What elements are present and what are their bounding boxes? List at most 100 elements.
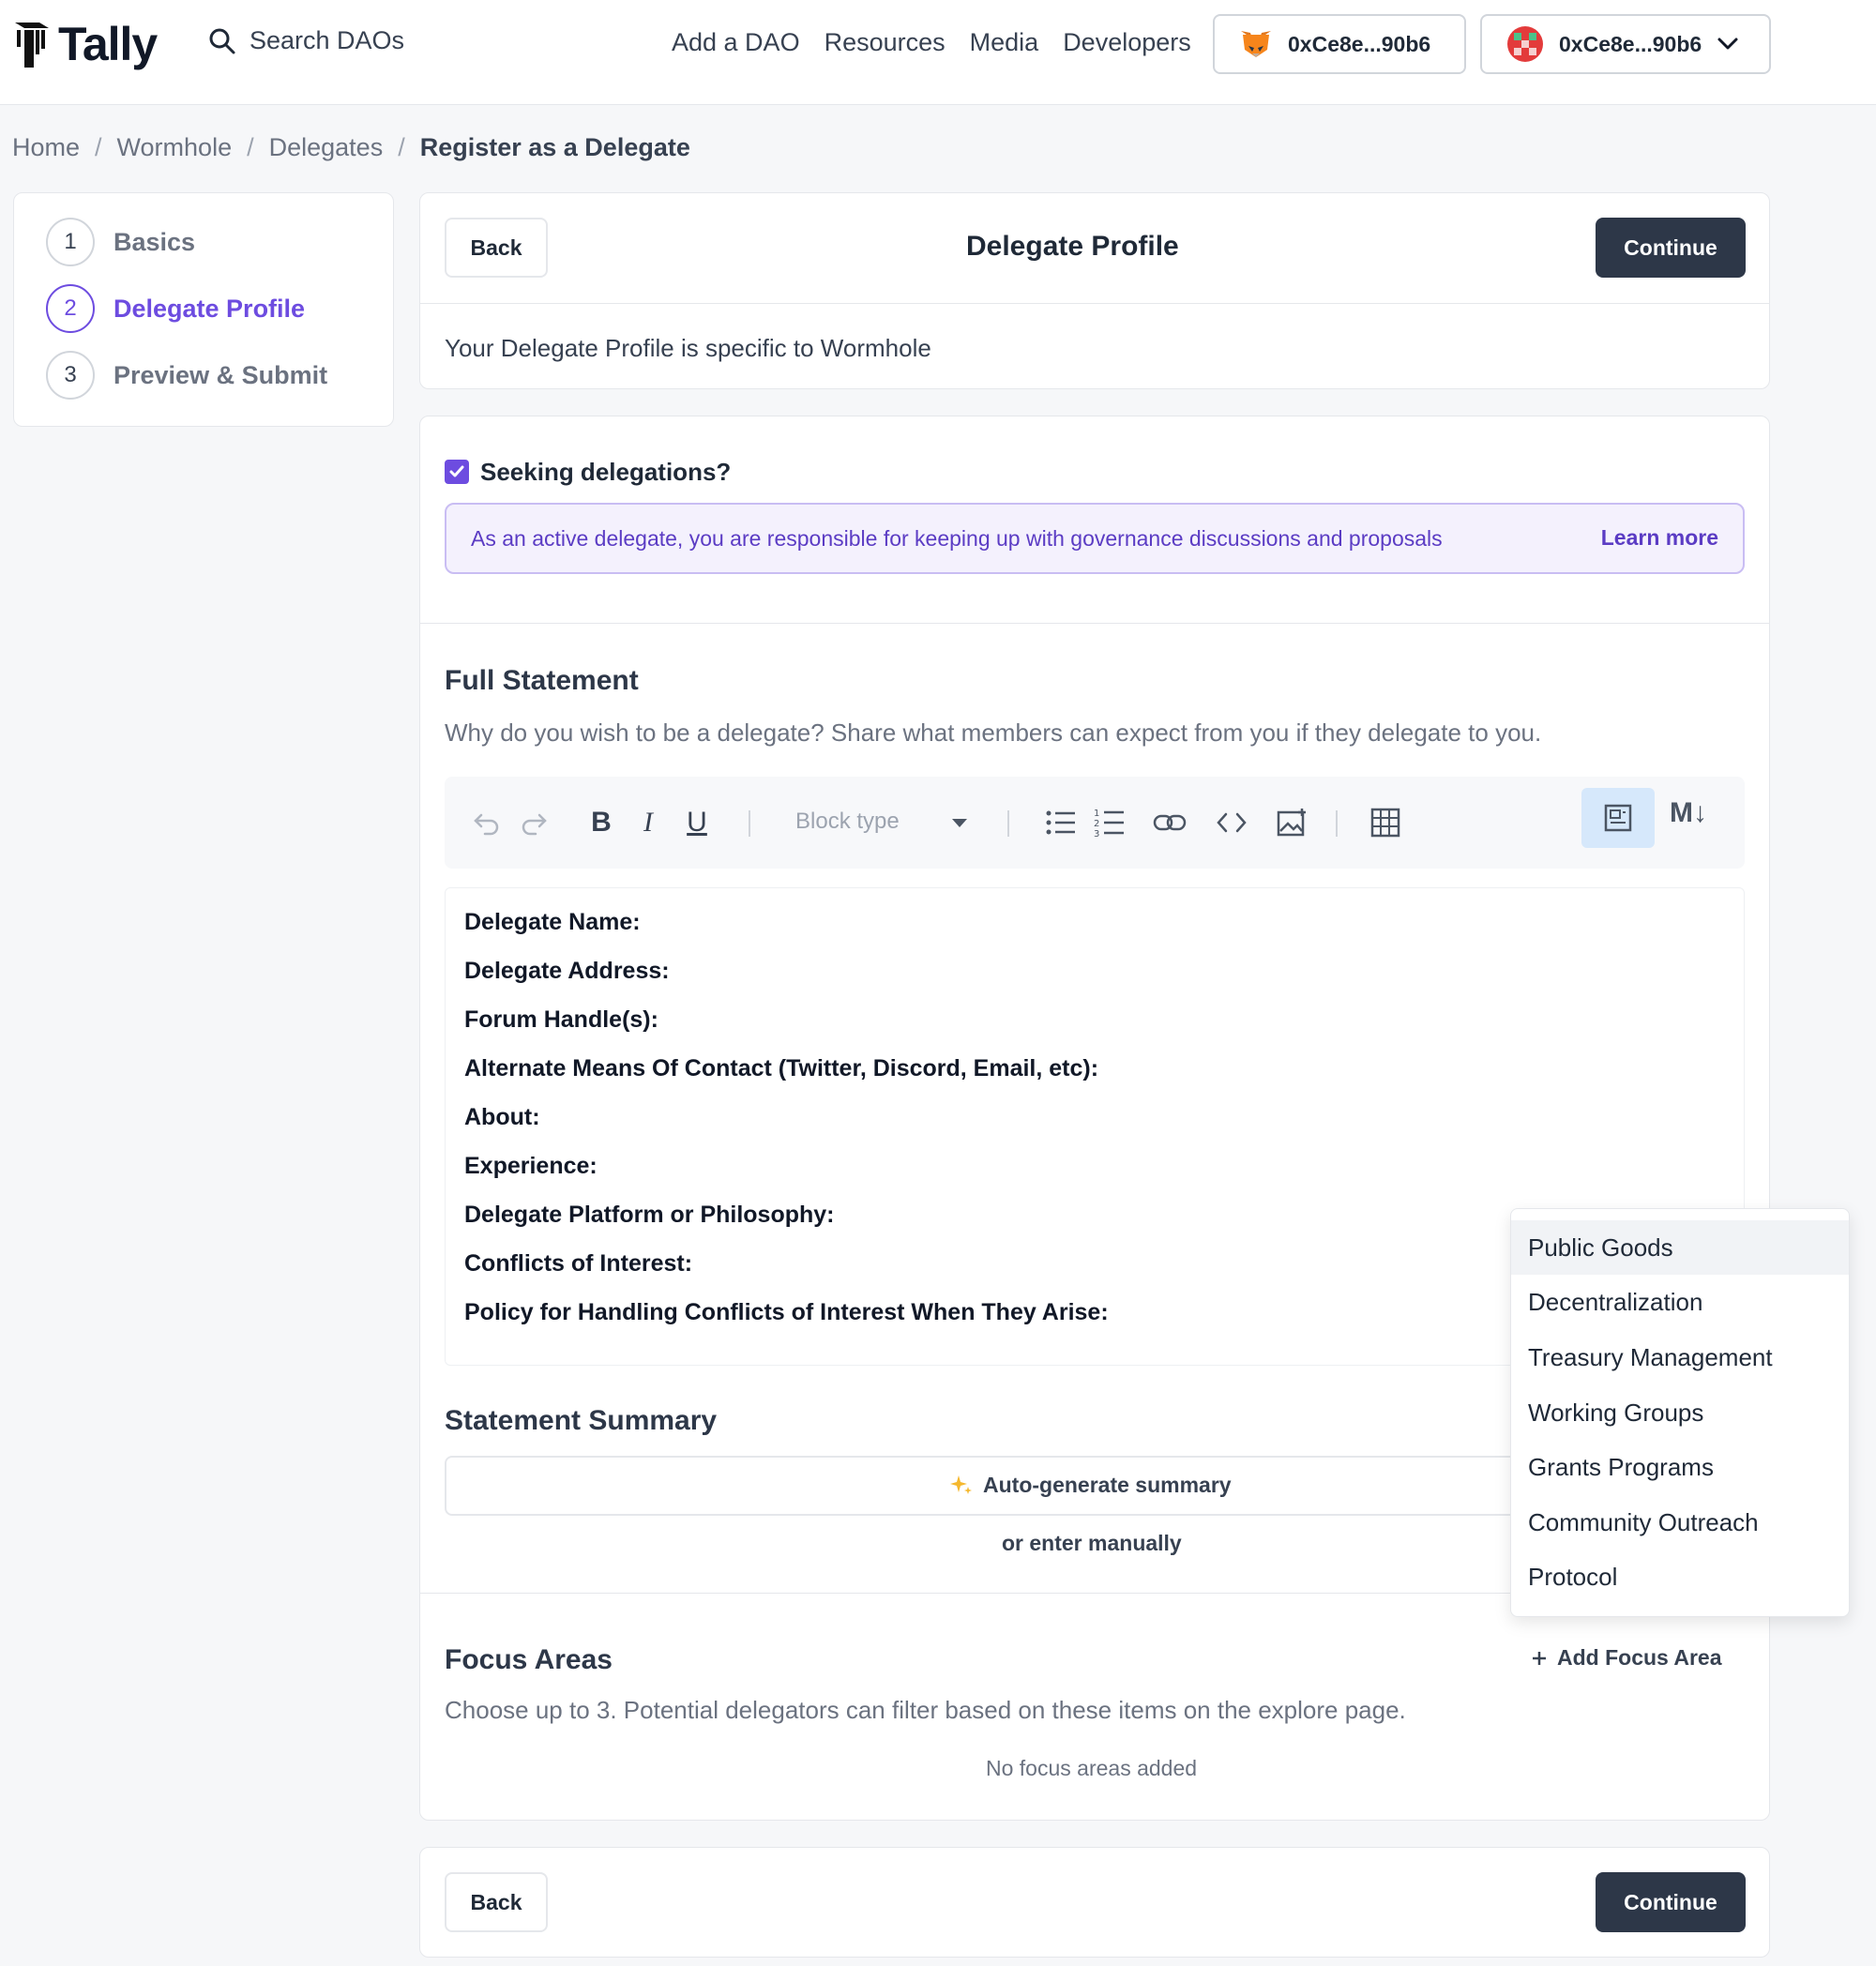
caret-down-icon[interactable] [951,818,968,829]
breadcrumb-separator: / [247,133,254,161]
focus-areas-title: Focus Areas [445,1644,613,1675]
step-label: Basics [113,227,196,256]
step-label: Delegate Profile [113,294,306,323]
svg-text:2: 2 [1094,819,1099,829]
seeking-delegations-checkbox[interactable] [445,460,469,484]
account-address: 0xCe8e...90b6 [1559,31,1702,56]
footer-actions-card: Back Continue [419,1847,1770,1958]
block-type-select[interactable]: Block type [795,809,900,835]
editor-line: Conflicts of Interest: [464,1250,693,1277]
bullet-list-icon[interactable] [1041,803,1081,842]
metamask-fox-icon [1241,31,1271,57]
bold-icon[interactable]: B [582,803,621,842]
avatar [1507,26,1543,62]
tally-logo-icon [15,23,49,68]
focus-option-protocol[interactable]: Protocol [1511,1550,1849,1604]
editor-line: Forum Handle(s): [464,1006,658,1033]
focus-areas-description: Choose up to 3. Potential delegators can… [445,1696,1406,1724]
account-menu-button[interactable]: 0xCe8e...90b6 [1480,14,1771,74]
plus-icon [1533,1651,1546,1665]
step-number: 1 [46,218,95,266]
editor-toolbar: B I U Block type 123 M↓ [445,777,1745,869]
profile-header-card: Back Delegate Profile Continue Your Dele… [419,192,1770,389]
check-icon [449,465,464,477]
link-icon[interactable] [1150,803,1189,842]
footer-back-button[interactable]: Back [445,1872,548,1932]
breadcrumb-wormhole[interactable]: Wormhole [117,133,233,162]
add-focus-area-button[interactable]: Add Focus Area [1531,1645,1722,1671]
registration-stepper: 1 Basics 2 Delegate Profile 3 Preview & … [13,192,394,427]
divider [420,623,1769,624]
underline-icon[interactable]: U [677,803,717,842]
focus-option-decentralization[interactable]: Decentralization [1511,1275,1849,1329]
search-daos[interactable]: Search DAOs [208,26,404,55]
toolbar-separator [1336,810,1338,837]
breadcrumb-delegates[interactable]: Delegates [269,133,384,162]
breadcrumb-home[interactable]: Home [12,133,80,162]
markdown-toggle[interactable]: M↓ [1670,797,1707,829]
tally-logo[interactable]: Tally [13,17,158,71]
focus-option-grants-programs[interactable]: Grants Programs [1511,1440,1849,1494]
full-statement-title: Full Statement [445,665,639,696]
nav-media[interactable]: Media [970,28,1039,57]
delegate-info-banner: As an active delegate, you are responsib… [445,503,1745,574]
toolbar-separator [749,810,750,837]
svg-text:1: 1 [1094,809,1099,819]
editor-line: Delegate Address: [464,958,670,984]
footer-continue-button[interactable]: Continue [1596,1872,1746,1932]
focus-option-public-goods[interactable]: Public Goods [1511,1220,1849,1275]
focus-option-community-outreach[interactable]: Community Outreach [1511,1495,1849,1550]
editor-line: Experience: [464,1153,598,1179]
statement-summary-title: Statement Summary [445,1405,718,1436]
metamask-wallet-button[interactable]: 0xCe8e...90b6 [1213,14,1466,74]
table-icon[interactable] [1366,803,1405,842]
focus-area-dropdown: Public Goods Decentralization Treasury M… [1510,1208,1850,1617]
chevron-down-icon [1717,38,1738,50]
sparkle-icon [950,1474,972,1494]
auto-generate-content: Auto-generate summary [949,1473,1232,1498]
enter-manually-link[interactable]: or enter manually [1002,1531,1182,1556]
logo-text: Tally [58,18,158,70]
rich-text-toggle-icon[interactable] [1581,788,1655,848]
focus-option-working-groups[interactable]: Working Groups [1511,1385,1849,1440]
divider [420,303,1769,304]
search-placeholder: Search DAOs [250,26,405,54]
full-statement-description: Why do you wish to be a delegate? Share … [445,718,1542,747]
redo-icon[interactable] [514,803,553,842]
seeking-delegations-label[interactable]: Seeking delegations? [480,458,731,487]
profile-subtitle: Your Delegate Profile is specific to Wor… [445,334,931,362]
top-navigation-bar: Tally Search DAOs Add a DAO Resources Me… [0,0,1876,105]
image-icon[interactable] [1272,803,1311,842]
back-button[interactable]: Back [445,218,548,278]
focus-option-treasury-management[interactable]: Treasury Management [1511,1330,1849,1384]
editor-line: Delegate Name: [464,909,641,935]
step-basics[interactable]: 1 Basics [46,218,195,266]
nav-developers[interactable]: Developers [1063,28,1191,57]
editor-line: About: [464,1104,540,1130]
continue-button[interactable]: Continue [1596,218,1746,278]
breadcrumb-separator: / [398,133,405,161]
step-number: 3 [46,351,95,400]
auto-generate-label: Auto-generate summary [983,1473,1232,1497]
learn-more-link[interactable]: Learn more [1601,525,1718,551]
breadcrumb-separator: / [95,133,102,161]
breadcrumb-current: Register as a Delegate [419,133,690,161]
svg-text:3: 3 [1094,829,1099,839]
breadcrumb: Home / Wormhole / Delegates / Register a… [12,133,690,162]
step-delegate-profile[interactable]: 2 Delegate Profile [46,284,305,333]
code-icon[interactable] [1212,803,1251,842]
info-text: As an active delegate, you are responsib… [471,526,1443,551]
toolbar-separator [1007,810,1009,837]
step-preview-submit[interactable]: 3 Preview & Submit [46,351,327,400]
search-icon [209,28,235,53]
nav-resources[interactable]: Resources [825,28,946,57]
editor-line: Alternate Means Of Contact (Twitter, Dis… [464,1055,1099,1081]
no-focus-areas-text: No focus areas added [986,1756,1198,1780]
italic-icon[interactable]: I [628,803,668,842]
main-nav: Add a DAO Resources Media Developers [672,28,1191,57]
numbered-list-icon[interactable]: 123 [1090,803,1129,842]
editor-line: Delegate Platform or Philosophy: [464,1202,835,1228]
nav-add-dao[interactable]: Add a DAO [672,28,800,57]
editor-line: Policy for Handling Conflicts of Interes… [464,1299,1109,1325]
undo-icon[interactable] [467,803,507,842]
